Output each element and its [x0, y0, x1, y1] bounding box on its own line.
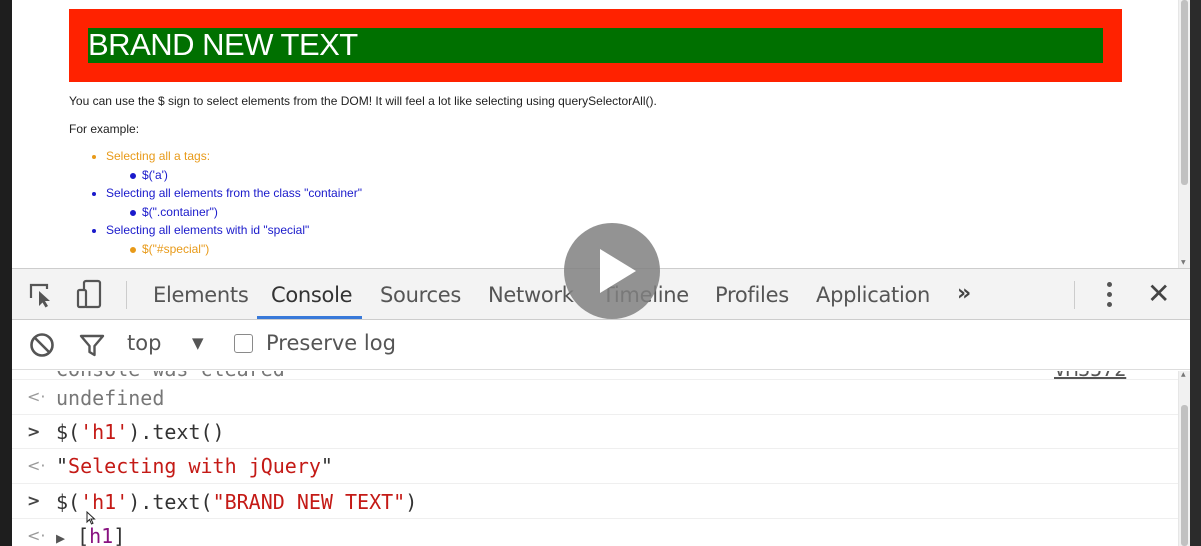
heading-banner: BRAND NEW TEXT: [69, 9, 1122, 82]
source-link[interactable]: VM3572: [1054, 371, 1126, 379]
console-input-row: > $('h1').text("BRAND NEW TEXT"): [12, 485, 1178, 519]
console-filter-bar: top ▼ Preserve log: [12, 320, 1190, 370]
more-tabs-icon[interactable]: »: [957, 281, 971, 306]
tab-application[interactable]: Application: [816, 269, 930, 319]
console-scrollbar[interactable]: ▲: [1178, 371, 1190, 546]
scroll-down-icon[interactable]: ▼: [1181, 259, 1186, 266]
result-arrow-icon: <·: [27, 387, 46, 406]
toolbar-divider: [1074, 281, 1075, 309]
browser-frame: BRAND NEW TEXT You can use the $ sign to…: [12, 0, 1190, 546]
result-arrow-icon: <·: [27, 526, 46, 545]
video-play-button[interactable]: [564, 223, 660, 319]
clear-console-icon[interactable]: [28, 320, 56, 370]
mouse-cursor-icon: [86, 511, 96, 525]
device-toolbar-icon[interactable]: [74, 269, 106, 319]
page-scrollbar[interactable]: ▼: [1178, 0, 1190, 268]
list-item: Selecting all elements with id "special": [92, 223, 362, 242]
expand-triangle-icon: ▶: [56, 529, 66, 546]
chevron-down-icon[interactable]: ▼: [192, 334, 204, 352]
preserve-log-checkbox[interactable]: [234, 334, 253, 353]
close-devtools-icon[interactable]: ✕: [1147, 277, 1170, 310]
page-heading: BRAND NEW TEXT: [88, 27, 358, 62]
prompt-chevron-icon: >: [27, 491, 41, 510]
console-result: "Selecting with jQuery": [56, 454, 333, 478]
list-item: Selecting all elements from the class "c…: [92, 186, 362, 205]
active-tab-indicator: [257, 316, 362, 319]
tab-profiles[interactable]: Profiles: [715, 269, 789, 319]
example-label: For example:: [69, 122, 140, 136]
code-sample: $("#special"): [92, 242, 362, 261]
console-cleared-message: Console was cleared: [56, 371, 285, 379]
expandable-result[interactable]: ▶ [h1]: [56, 524, 125, 546]
intro-text: You can use the $ sign to select element…: [69, 94, 657, 108]
console-command[interactable]: $('h1').text(): [56, 420, 225, 444]
heading-inner-box: BRAND NEW TEXT: [88, 27, 1103, 63]
console-result-row: <· ▶ [h1]: [12, 520, 1178, 546]
console-message-row: Console was cleared VM3572: [12, 371, 1178, 380]
result-arrow-icon: <·: [27, 456, 46, 475]
console-log: Console was cleared VM3572 <· undefined …: [12, 371, 1190, 546]
play-icon: [600, 249, 636, 293]
console-result: undefined: [56, 386, 165, 410]
console-input-row: > $('h1').text(): [12, 416, 1178, 449]
code-sample: $('a'): [92, 168, 362, 187]
scroll-up-icon[interactable]: ▲: [1181, 371, 1186, 378]
filter-icon[interactable]: [78, 320, 106, 370]
window-edge: [1190, 0, 1201, 546]
example-list: Selecting all a tags: $('a') Selecting a…: [92, 149, 362, 260]
more-options-icon[interactable]: [1102, 281, 1116, 309]
tab-sources[interactable]: Sources: [380, 269, 461, 319]
inspect-element-icon[interactable]: [26, 269, 56, 319]
preserve-log-label[interactable]: Preserve log: [266, 331, 396, 355]
tab-network[interactable]: Network: [488, 269, 574, 319]
prompt-chevron-icon: >: [27, 422, 41, 441]
console-result-row: <· "Selecting with jQuery": [12, 450, 1178, 484]
console-result-row: <· undefined: [12, 381, 1178, 415]
page-scrollbar-thumb[interactable]: [1181, 0, 1188, 185]
list-item: Selecting all a tags:: [92, 149, 362, 168]
tab-elements[interactable]: Elements: [153, 269, 249, 319]
console-command[interactable]: $('h1').text("BRAND NEW TEXT"): [56, 490, 417, 514]
context-selector[interactable]: top: [127, 331, 161, 355]
tab-console[interactable]: Console: [271, 269, 353, 319]
code-sample: $(".container"): [92, 205, 362, 224]
console-scrollbar-thumb[interactable]: [1181, 405, 1188, 546]
toolbar-divider: [126, 281, 127, 309]
